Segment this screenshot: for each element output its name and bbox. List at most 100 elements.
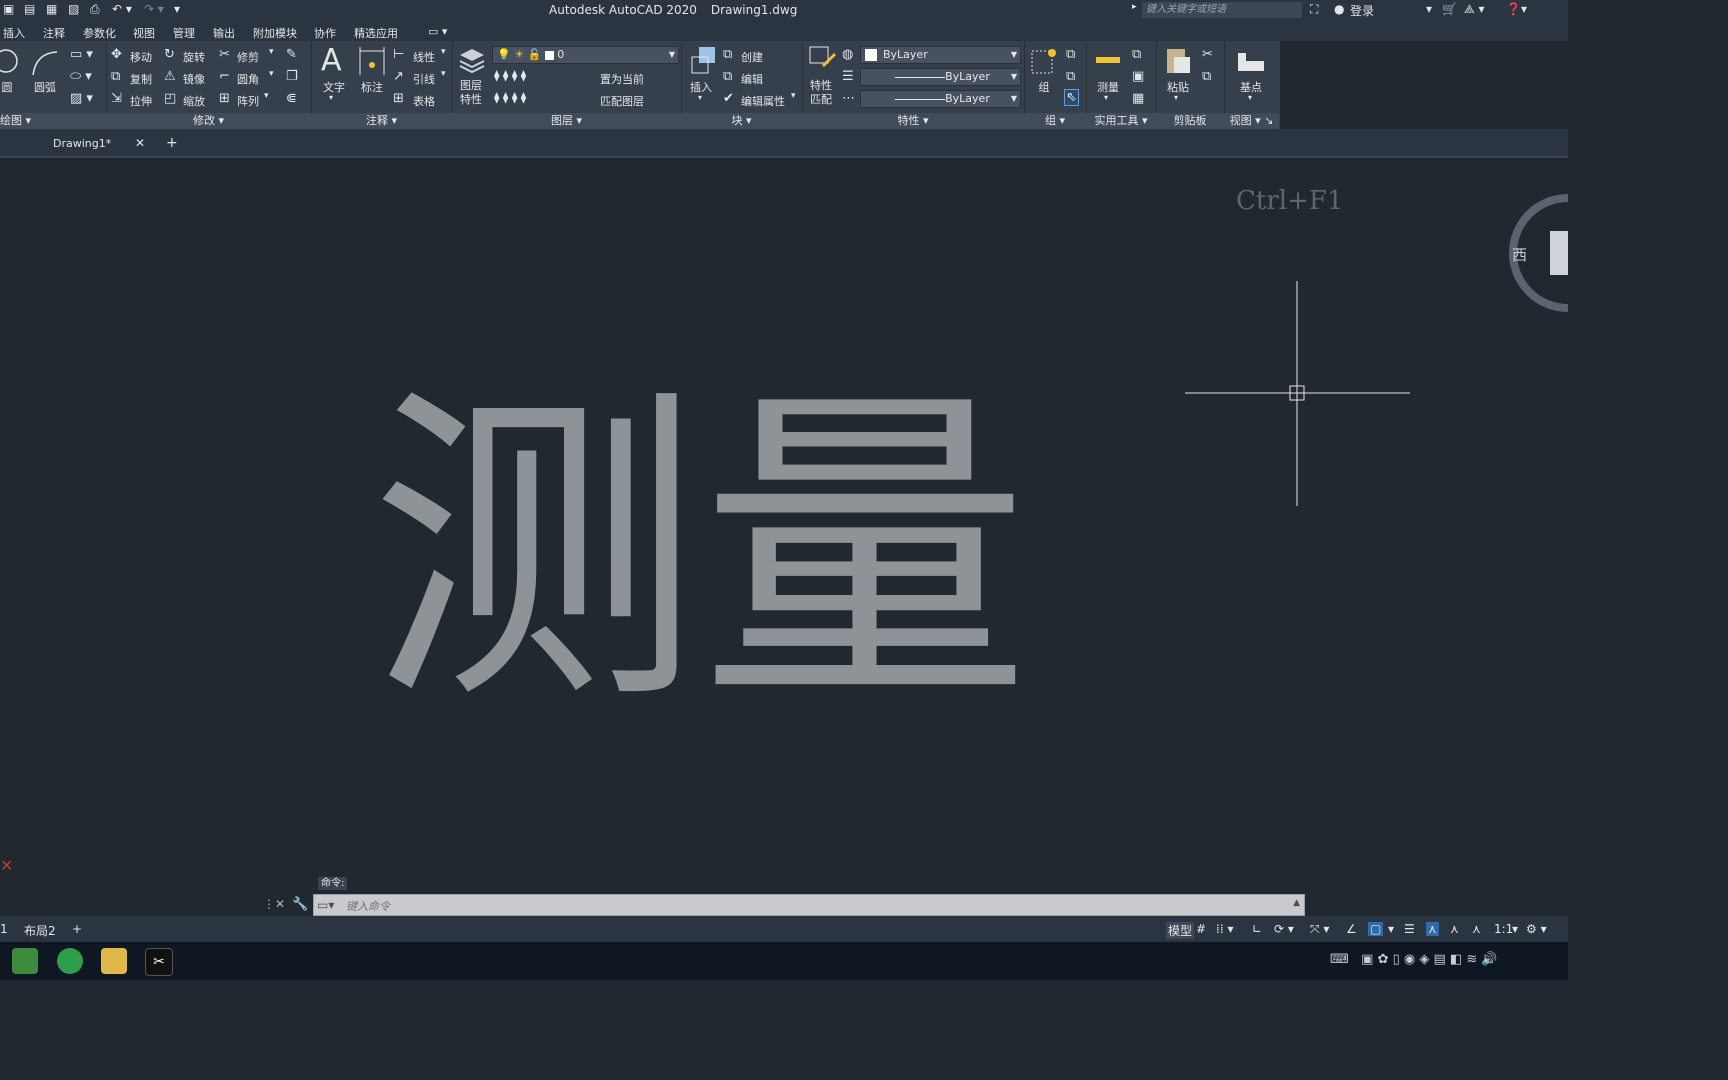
set-current-button[interactable]: 置为当前 [600,71,644,87]
login-button[interactable]: 登录 [1350,2,1374,18]
publish-icon[interactable]: ▧ [68,2,79,18]
base-view-icon[interactable] [1236,49,1266,73]
object-snap-icon[interactable]: ▢ [1368,922,1384,936]
circle-button[interactable]: 圆 [0,79,14,95]
trim-button[interactable]: 修剪 [237,49,259,65]
dimension-button[interactable]: 标注 [359,79,385,95]
ortho-icon[interactable]: ∟ [1252,922,1262,936]
osnap-tracking-icon[interactable]: ∠ [1346,922,1357,936]
fillet-dropdown-icon[interactable]: ▾ [269,69,274,79]
scale-button[interactable]: 缩放 [183,93,205,109]
undo-icon[interactable]: ↶ ▾ [112,2,132,18]
rotate-button[interactable]: 旋转 [183,49,205,65]
measure-icon[interactable] [1094,51,1122,71]
layout-tab-2[interactable]: 布局2 [24,922,56,939]
leader-button[interactable]: 引线 [413,71,435,87]
offset-icon[interactable]: ⋐ [286,91,297,106]
panel-title-modify[interactable]: 修改 ▾ [106,113,311,129]
linear-dropdown-icon[interactable]: ▾ [441,47,446,57]
layer-stack-icon[interactable] [458,47,486,73]
help-icon[interactable]: ❓▾ [1506,2,1527,18]
paste-dropdown-icon[interactable]: ▾ [1174,93,1178,102]
menu-manage[interactable]: 管理 [173,25,195,41]
login-dropdown-icon[interactable]: ▾ [1426,2,1432,18]
quick-select-icon[interactable]: ⧉ [1132,47,1141,62]
cart-icon[interactable]: 🛒 [1442,2,1457,18]
stretch-button[interactable]: 拉伸 [130,93,152,109]
menu-output[interactable]: 输出 [213,25,235,41]
model-space-button[interactable]: 模型 [1166,922,1195,939]
leader-dropdown-icon[interactable]: ▾ [441,69,446,79]
object-snap-dropdown-icon[interactable]: ▾ [1388,922,1394,936]
ungroup-icon[interactable]: ⧉ [1066,47,1075,62]
panel-title-properties[interactable]: 特性 ▾ [802,113,1024,129]
calculator-icon[interactable]: ▦ [1132,91,1144,106]
add-layout-icon[interactable]: + [72,922,82,936]
command-prompt-icon[interactable]: ▭▾ [317,898,334,912]
panel-title-annotation[interactable]: 注释 ▾ [311,113,452,129]
saveas-icon[interactable]: ▤ [24,2,35,18]
group-edit-icon[interactable]: ⧉ [1066,69,1075,84]
menu-featured[interactable]: 精选应用 [354,25,398,41]
array-button[interactable]: 阵列 [237,93,259,109]
search-input[interactable]: 键入关键字或短语 [1142,2,1302,18]
rectangle-icon[interactable]: ▭ ▾ [70,47,93,62]
explode-icon[interactable]: ❐ [286,69,298,84]
menu-view[interactable]: 视图 [133,25,155,41]
system-tray-icons[interactable]: ⌨ ▣ ✿ ▯ ◉ ◈ ▤ ◧ ≋ 🔊 [1330,952,1498,967]
move-button[interactable]: 移动 [130,49,152,65]
layer-properties-button[interactable]: 图层特性 [456,79,486,107]
cut-icon[interactable]: ✂ [1202,47,1213,62]
edit-attribute-button[interactable]: 编辑属性 [741,93,785,109]
cmdline-grip-icon[interactable]: ⋮✕ [263,897,285,911]
dimension-icon[interactable] [358,47,386,75]
select-all-icon[interactable]: ▣ [1132,69,1144,84]
edit-attribute-dropdown-icon[interactable]: ▾ [791,91,796,101]
group-button[interactable]: 组 [1034,79,1054,95]
trim-dropdown-icon[interactable]: ▾ [269,47,274,57]
menu-addins[interactable]: 附加模块 [253,25,297,41]
create-button[interactable]: 创建 [741,49,763,65]
workspace-gear-icon[interactable]: ⚙ ▾ [1526,922,1547,936]
close-icon[interactable]: ✕ [135,136,145,150]
expand-search-icon[interactable]: ▸ [1132,2,1137,18]
panel-title-view[interactable]: 视图 ▾ ↘ [1224,113,1279,129]
copy-button[interactable]: 复制 [130,71,152,87]
grid-icon[interactable]: # [1196,922,1206,936]
menu-parametric[interactable]: 参数化 [83,25,116,41]
insert-block-icon[interactable] [689,45,717,75]
snap-icon[interactable]: ⁞⁞ ▾ [1216,922,1233,936]
copy-clip-icon[interactable]: ⧉ [1202,69,1211,84]
insert-dropdown-icon[interactable]: ▾ [698,93,702,102]
lineweight-dropdown-arrow-icon[interactable]: ▼ [1011,69,1017,85]
annotation-visibility-icon[interactable]: ⋏ [1426,922,1439,936]
match-properties-button[interactable]: 特性匹配 [806,79,836,107]
drawing-canvas[interactable]: 测量 ✕ Ctrl+F1 西 [0,156,1568,918]
text-dropdown-icon[interactable]: ▾ [329,93,333,102]
a360-icon[interactable]: ⟁ ▾ [1464,2,1485,18]
match-layer-button[interactable]: 匹配图层 [600,93,644,109]
linetype-dropdown-arrow-icon[interactable]: ▼ [1011,91,1017,107]
wrench-icon[interactable]: 🔧 [292,897,308,912]
linear-button[interactable]: 线性 [413,49,435,65]
panel-title-groups[interactable]: 组 ▾ [1024,113,1086,129]
menu-collaborate[interactable]: 协作 [314,25,336,41]
match-properties-icon[interactable] [808,45,836,75]
group-select-icon[interactable]: ⇖ [1064,89,1079,106]
scale-dropdown-icon[interactable]: ▾ [1512,922,1518,936]
table-button[interactable]: 表格 [413,93,435,109]
annotation-scale-icon[interactable]: ⋏ [1472,922,1481,936]
panel-title-layers[interactable]: 图层 ▾ [452,113,681,129]
binoculars-icon[interactable]: ⛶ [1310,2,1318,18]
isodraft-icon[interactable]: ⤧ ▾ [1310,922,1329,937]
drawn-text[interactable]: 测量 [370,360,1030,744]
array-dropdown-icon[interactable]: ▾ [264,91,269,101]
menu-annotate[interactable]: 注释 [43,25,65,41]
arc-button[interactable]: 圆弧 [32,79,58,95]
layout-tab-1[interactable]: 1 [0,922,8,936]
viewcube-west-label[interactable]: 西 [1512,244,1527,265]
panel-title-utilities[interactable]: 实用工具 ▾ [1086,113,1156,129]
panel-title-block[interactable]: 块 ▾ [681,113,802,129]
taskbar-capcut-icon[interactable]: ✂ [145,948,173,976]
command-line-input[interactable]: ▭▾ 键入命令 ▲ [313,894,1305,916]
